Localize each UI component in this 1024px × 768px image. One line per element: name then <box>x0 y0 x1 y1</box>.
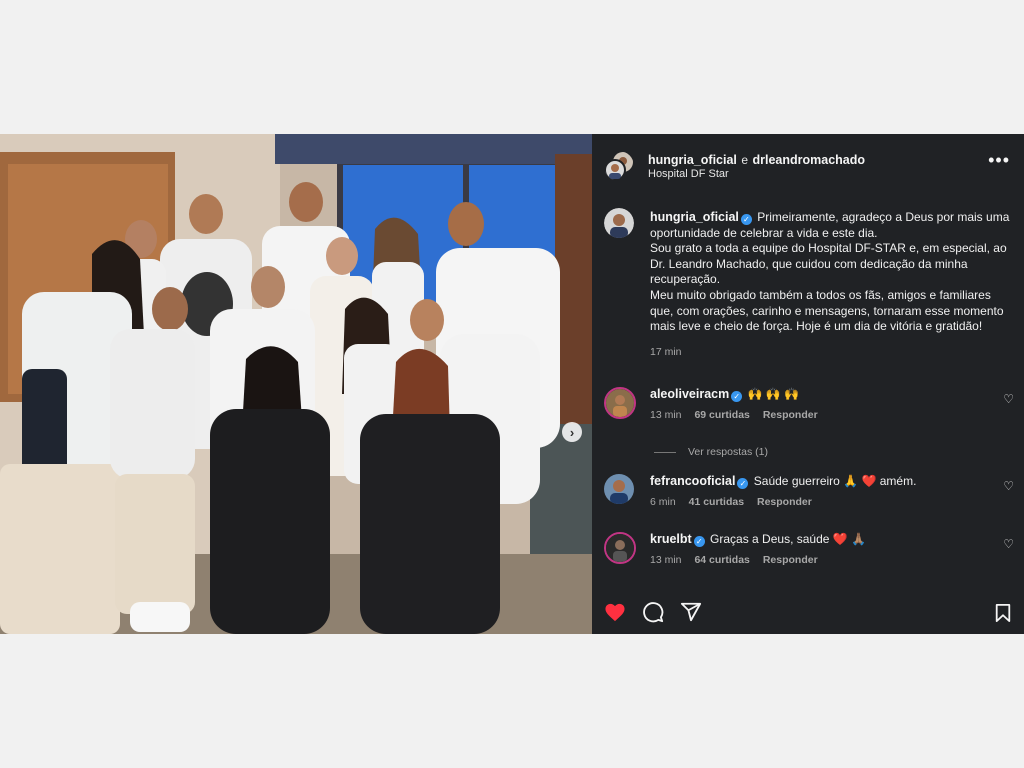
coauthors-avatar[interactable] <box>604 151 634 181</box>
view-replies-label: Ver respostas (1) <box>688 446 768 458</box>
post-side-panel: hungria_oficial e drleandromachado Hospi… <box>592 134 1024 634</box>
post-location[interactable]: Hospital DF Star <box>648 168 729 180</box>
post-author-username[interactable]: hungria_oficial <box>648 153 737 167</box>
comment-time: 6 min <box>650 496 676 508</box>
commenter-avatar[interactable] <box>604 532 636 564</box>
comment-time: 13 min <box>650 409 682 421</box>
post-action-bar <box>604 601 702 628</box>
commenter-avatar[interactable] <box>604 387 636 419</box>
next-image-icon[interactable]: › <box>562 422 582 442</box>
caption-line-2: Sou grato a toda a equipe do Hospital DF… <box>650 241 1007 287</box>
verified-badge-icon: ✓ <box>737 478 749 489</box>
comment-username[interactable]: kruelbt <box>650 532 692 546</box>
instagram-post: › hungria_oficial e drleandromachado Hos… <box>0 134 1024 634</box>
comment-likes[interactable]: 69 curtidas <box>694 409 749 421</box>
author-joiner: e <box>741 153 749 167</box>
post-header: hungria_oficial e drleandromachado Hospi… <box>592 134 1024 194</box>
view-replies-link[interactable]: Ver respostas (1) <box>654 446 768 458</box>
comment-text: 🙌 🙌 🙌 <box>747 387 800 401</box>
comment-likes[interactable]: 64 curtidas <box>694 554 749 566</box>
verified-badge-icon: ✓ <box>731 391 743 402</box>
comment-text: Graças a Deus, saúde ❤️ 🙏🏽 <box>710 532 866 546</box>
caption-author-avatar[interactable] <box>604 208 634 238</box>
replies-divider <box>654 451 676 453</box>
caption-username[interactable]: hungria_oficial <box>650 210 739 224</box>
comment-reply-button[interactable]: Responder <box>763 554 818 566</box>
commenter-avatar[interactable] <box>604 474 634 504</box>
post-coauthor-username[interactable]: drleandromachado <box>753 153 866 167</box>
comment-time: 13 min <box>650 554 682 566</box>
comment-username[interactable]: aleoliveiracm <box>650 387 729 401</box>
verified-badge-icon: ✓ <box>740 214 752 225</box>
comment-text: Saúde guerreiro 🙏 ❤️ amém. <box>753 474 917 488</box>
share-icon[interactable] <box>680 601 702 628</box>
bookmark-icon[interactable] <box>994 603 1012 628</box>
comment-icon[interactable] <box>642 601 664 628</box>
comment-like-heart-icon[interactable]: ♡ <box>1003 392 1014 406</box>
post-photo[interactable]: › <box>0 134 592 634</box>
comment-reply-button[interactable]: Responder <box>763 409 818 421</box>
comment-like-heart-icon[interactable]: ♡ <box>1003 537 1014 551</box>
comment-username[interactable]: fefrancooficial <box>650 474 735 488</box>
group-photo-image <box>0 134 592 634</box>
caption-timestamp: 17 min <box>650 345 682 358</box>
comment-reply-button[interactable]: Responder <box>757 496 812 508</box>
comment-like-heart-icon[interactable]: ♡ <box>1003 479 1014 493</box>
caption-line-3: Meu muito obrigado também a todos os fãs… <box>650 287 1004 334</box>
post-caption: hungria_oficial ✓ Primeiramente, agradeço… <box>650 210 1010 360</box>
verified-badge-icon: ✓ <box>693 536 705 547</box>
comment-likes[interactable]: 41 curtidas <box>689 496 744 508</box>
more-options-icon[interactable]: ••• <box>988 150 1010 171</box>
heart-icon[interactable] <box>604 602 626 627</box>
